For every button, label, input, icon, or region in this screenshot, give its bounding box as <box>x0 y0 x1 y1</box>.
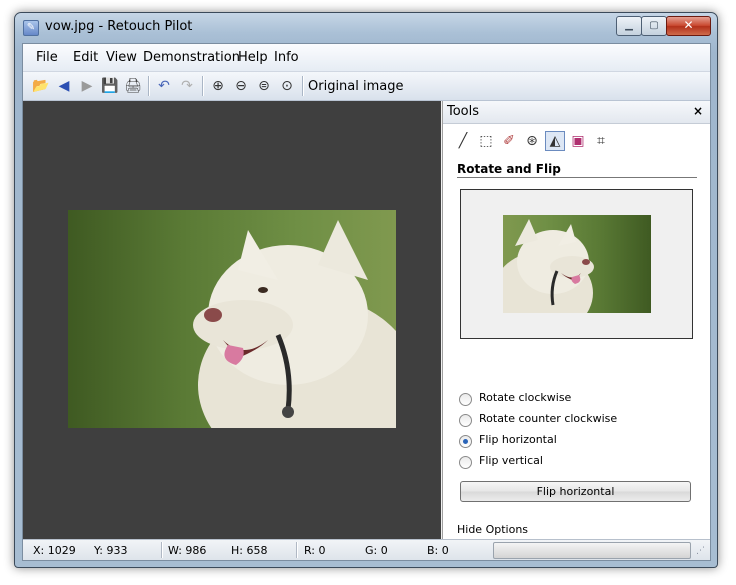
healing-icon[interactable]: ⊛ <box>522 131 542 151</box>
maximize-button[interactable]: ▢ <box>641 16 667 36</box>
status-g: G: 0 <box>365 544 388 557</box>
preview-box <box>460 189 693 339</box>
close-icon: ✕ <box>683 18 694 32</box>
app-window: ✎ vow.jpg - Retouch Pilot ▁ ▢ ✕ File Edi… <box>14 12 718 568</box>
crop-icon[interactable]: ⌗ <box>591 131 611 151</box>
toolbar: 📂 ◀ ▶ 💾 🖨 ↶ ↷ ⊕ ⊖ ⊜ ⊙ Original image <box>23 72 710 101</box>
rotate-flip-icon[interactable]: ◭ <box>545 131 565 151</box>
radio-button[interactable] <box>459 414 472 427</box>
status-x: X: 1029 <box>33 544 76 557</box>
panel-close-icon[interactable]: × <box>693 104 703 118</box>
maximize-icon: ▢ <box>649 20 659 31</box>
minimize-icon: ▁ <box>625 20 633 31</box>
original-image-button[interactable]: Original image <box>308 79 404 94</box>
app-icon: ✎ <box>23 20 39 36</box>
radio-button-checked[interactable] <box>459 435 472 448</box>
radio-button[interactable] <box>459 393 472 406</box>
undo-icon[interactable]: ↶ <box>154 76 174 96</box>
menu-edit[interactable]: Edit <box>73 50 98 65</box>
title-bar[interactable]: ✎ vow.jpg - Retouch Pilot ▁ ▢ ✕ <box>15 13 717 43</box>
forward-arrow-icon[interactable]: ▶ <box>77 76 97 96</box>
save-icon[interactable]: 💾 <box>100 76 120 96</box>
lasso-icon[interactable]: ⬚ <box>476 131 496 151</box>
status-w: W: 986 <box>168 544 207 557</box>
radio-label: Rotate counter clockwise <box>479 412 618 425</box>
preview-image <box>503 215 651 313</box>
zoom-fit-icon[interactable]: ⊜ <box>254 76 274 96</box>
status-separator <box>161 542 163 558</box>
radio-label: Rotate clockwise <box>479 391 572 404</box>
minimize-button[interactable]: ▁ <box>616 16 642 36</box>
status-h: H: 658 <box>231 544 268 557</box>
window-title: vow.jpg - Retouch Pilot <box>45 19 193 34</box>
status-b: B: 0 <box>427 544 449 557</box>
image-canvas[interactable] <box>23 101 441 539</box>
toolbar-separator <box>302 76 304 96</box>
print-icon[interactable]: 🖨 <box>123 76 143 96</box>
client-area: File Edit View Demonstration Help Info 📂… <box>22 43 711 561</box>
radio-button[interactable] <box>459 456 472 469</box>
radio-label: Flip horizontal <box>479 433 557 446</box>
menu-info[interactable]: Info <box>274 50 299 65</box>
dog-illustration <box>193 220 396 428</box>
status-separator <box>296 542 298 558</box>
section-divider <box>457 177 697 178</box>
close-button[interactable]: ✕ <box>666 16 711 36</box>
toolbar-separator <box>202 76 204 96</box>
menu-file[interactable]: File <box>36 50 58 65</box>
status-r: R: 0 <box>304 544 326 557</box>
tools-panel-header: Tools × <box>443 101 710 124</box>
flip-horizontal-button[interactable]: Flip horizontal <box>460 481 691 502</box>
tools-panel-title: Tools <box>447 104 480 119</box>
progress-bar <box>493 542 691 559</box>
photo-dog <box>68 210 396 428</box>
radio-label: Flip vertical <box>479 454 543 467</box>
zoom-out-icon[interactable]: ⊖ <box>231 76 251 96</box>
hide-options-link[interactable]: Hide Options <box>457 523 528 536</box>
menu-bar: File Edit View Demonstration Help Info <box>23 44 710 72</box>
brush-icon[interactable]: ╱ <box>453 131 473 151</box>
color-adjust-icon[interactable]: ▣ <box>568 131 588 151</box>
open-folder-icon[interactable]: 📂 <box>31 76 51 96</box>
status-bar: X: 1029 Y: 933 W: 986 H: 658 R: 0 G: 0 B… <box>23 539 710 560</box>
preview-dog <box>503 219 594 313</box>
menu-view[interactable]: View <box>106 50 137 65</box>
section-title: Rotate and Flip <box>457 162 561 176</box>
eraser-icon[interactable]: ✐ <box>499 131 519 151</box>
zoom-in-icon[interactable]: ⊕ <box>208 76 228 96</box>
resize-grip-icon[interactable]: ⋰ <box>696 546 705 556</box>
back-arrow-icon[interactable]: ◀ <box>54 76 74 96</box>
zoom-actual-icon[interactable]: ⊙ <box>277 76 297 96</box>
tools-panel: Tools × ╱ ⬚ ✐ ⊛ ◭ ▣ ⌗ Rotate and Flip Ro… <box>442 101 710 539</box>
redo-icon[interactable]: ↷ <box>177 76 197 96</box>
status-y: Y: 933 <box>94 544 128 557</box>
menu-demonstration[interactable]: Demonstration <box>143 50 240 65</box>
menu-help[interactable]: Help <box>238 50 268 65</box>
toolbar-separator <box>148 76 150 96</box>
